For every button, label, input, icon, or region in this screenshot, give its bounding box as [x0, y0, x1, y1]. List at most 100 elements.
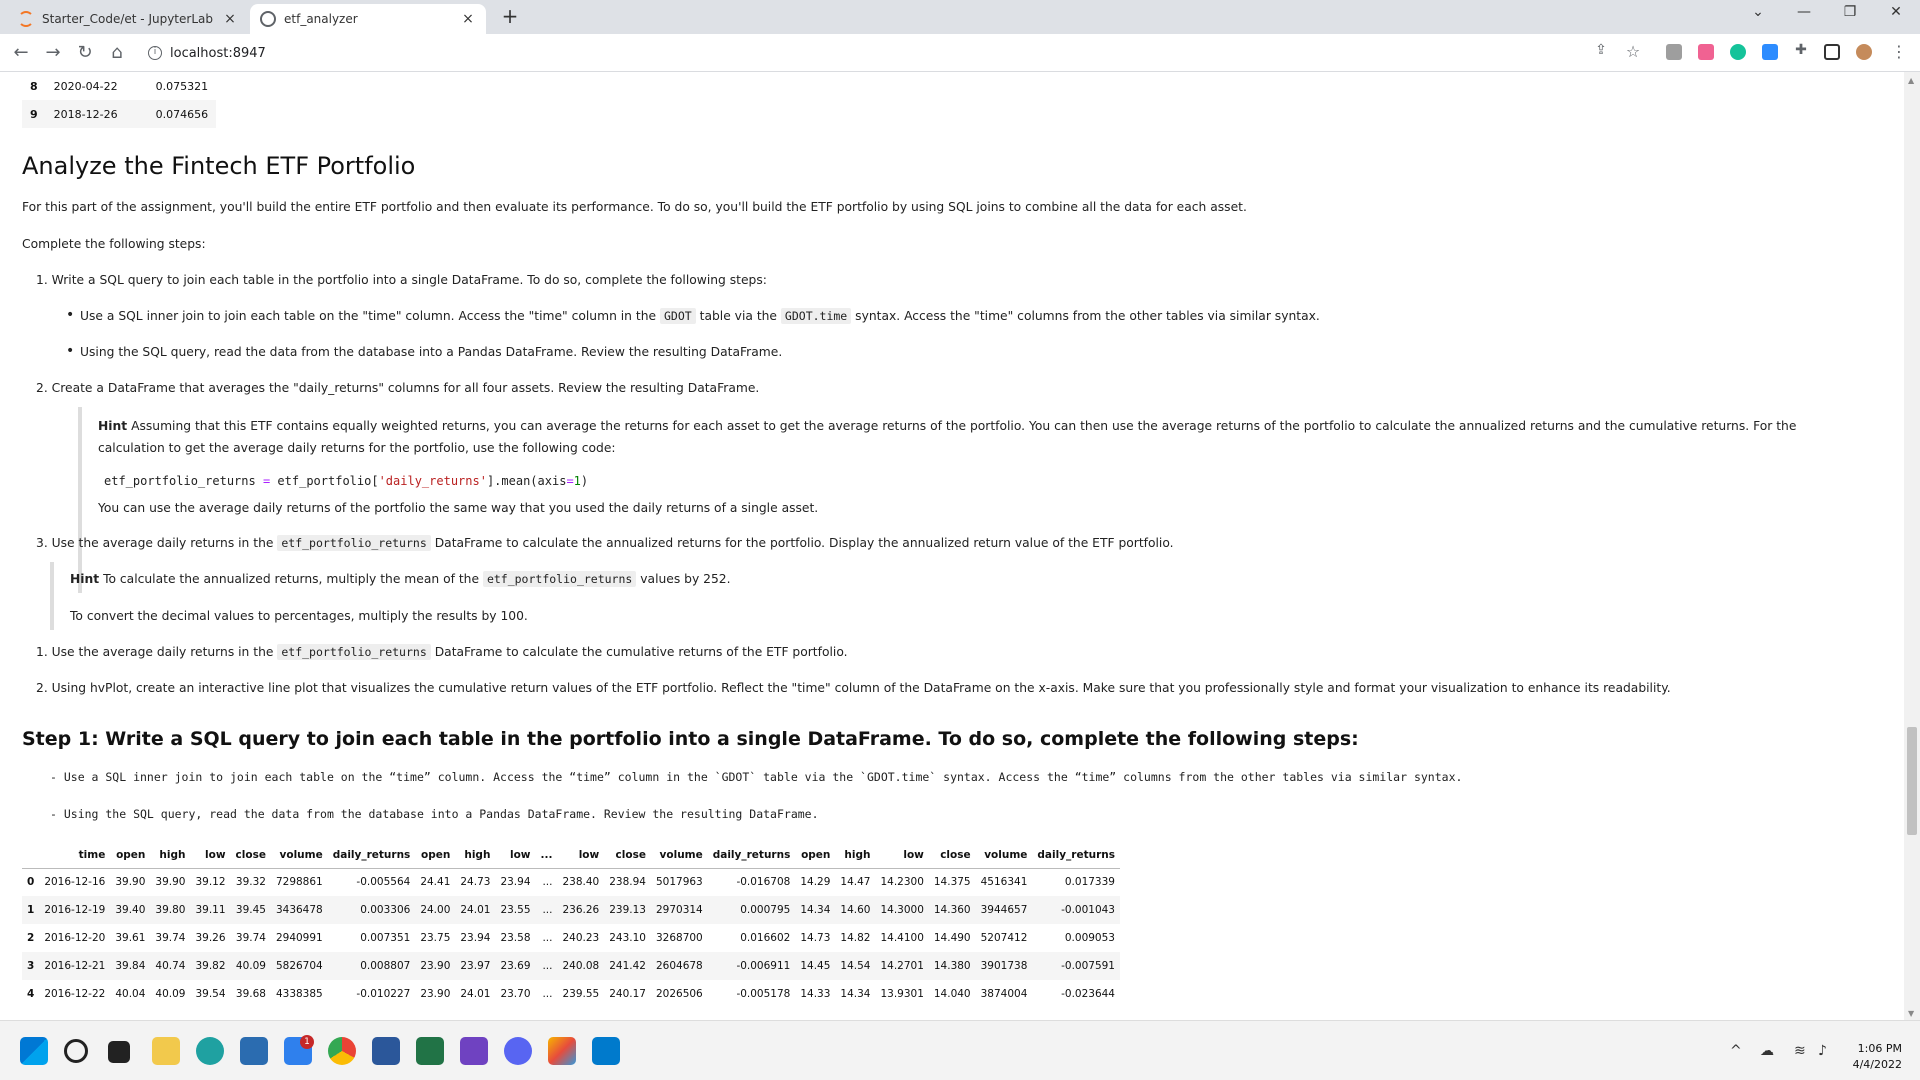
close-tab-icon[interactable]: ×	[460, 11, 476, 27]
onedrive-icon[interactable]: ☁	[1760, 1043, 1774, 1059]
inline-code: etf_portfolio_returns	[277, 644, 431, 660]
chrome-icon[interactable]	[328, 1037, 356, 1065]
side-panel-icon[interactable]	[1824, 44, 1840, 60]
extension-icon[interactable]	[1698, 44, 1714, 60]
step-1-line-1: - Use a SQL inner join to join each tabl…	[50, 770, 1463, 784]
home-icon[interactable]: ⌂	[106, 42, 128, 63]
table-row: 4 2016-12-22 40.04 40.09 39.54 39.68 4338385 -0…	[22, 980, 1120, 1008]
vscode-icon[interactable]	[592, 1037, 620, 1065]
code-token: =	[262, 474, 271, 488]
back-icon[interactable]: ←	[10, 42, 32, 63]
notification-badge: 1	[300, 1035, 314, 1049]
code-token: 'daily_returns'	[378, 474, 487, 488]
column-header: low	[875, 842, 929, 869]
cell: 0.074656	[155, 107, 209, 121]
word-icon[interactable]	[372, 1037, 400, 1065]
table-cell: 240.17	[609, 988, 646, 1000]
complete-steps-text: Complete the following steps:	[22, 237, 206, 251]
bookmark-star-icon[interactable]: ☆	[1622, 42, 1644, 61]
windows-start-icon[interactable]	[20, 1037, 48, 1065]
table-cell: 0.007351	[360, 932, 411, 944]
column-header: volume	[270, 842, 328, 869]
table-cell: 23.94	[460, 932, 491, 944]
text: Use a SQL inner join to join each table …	[80, 309, 657, 323]
share-icon[interactable]: ⇪	[1590, 42, 1612, 58]
scroll-up-icon[interactable]: ▲	[1908, 76, 1914, 85]
store-icon[interactable]	[240, 1037, 268, 1065]
table-cell: 14.34	[800, 904, 831, 916]
code-token: )	[580, 474, 589, 488]
table-cell: 14.60	[840, 904, 871, 916]
table-cell: 0.017339	[1064, 876, 1115, 889]
text: Assuming that this ETF contains equally …	[131, 419, 1797, 433]
browser-tab-strip: Starter_Code/et - JupyterLab × etf_analy…	[0, 0, 1920, 34]
search-icon[interactable]	[64, 1039, 88, 1063]
tab-search-icon[interactable]: ⌄	[1742, 4, 1774, 20]
table-cell: 0.009053	[1064, 932, 1115, 944]
top-results-table: 8 2020-04-22 0.075321 9 2018-12-26 0.074…	[22, 72, 217, 128]
excel-icon[interactable]	[416, 1037, 444, 1065]
text: values by 252.	[640, 572, 731, 586]
hint-after-code: You can use the average daily returns of…	[98, 501, 819, 515]
scrollbar-thumb[interactable]	[1907, 727, 1917, 835]
column-header: volume	[650, 842, 708, 869]
page-scrollbar[interactable]: ▲ ▼	[1904, 72, 1920, 1020]
table-cell: ...	[542, 932, 553, 944]
hint-line-2: calculation to get the average daily ret…	[98, 441, 616, 455]
app-icon[interactable]	[460, 1037, 488, 1065]
volume-icon[interactable]: ♪	[1818, 1043, 1827, 1059]
site-info-icon[interactable]: i	[148, 46, 162, 60]
text: table via the	[699, 309, 777, 323]
column-header: daily_returns	[327, 842, 416, 869]
column-header: close	[604, 842, 651, 869]
extension-icon[interactable]	[1666, 44, 1682, 60]
scroll-down-icon[interactable]: ▼	[1908, 1009, 1914, 1018]
column-header: open	[110, 842, 151, 869]
file-explorer-icon[interactable]	[152, 1037, 180, 1065]
table-cell: 39.80	[155, 904, 186, 916]
table-cell: 23.75	[420, 932, 451, 944]
extensions-puzzle-icon[interactable]: ✚	[1790, 42, 1812, 58]
table-cell: 23.69	[500, 960, 531, 972]
restore-icon[interactable]: ❐	[1834, 4, 1866, 20]
forward-icon[interactable]: →	[42, 42, 64, 63]
table-cell: -0.005178	[736, 988, 791, 1000]
profile-avatar[interactable]	[1856, 44, 1872, 60]
table-cell: 24.73	[460, 876, 491, 889]
table-row: 0 2016-12-16 39.90 39.90 39.12 39.32 7298861 -0…	[22, 868, 1120, 896]
column-header: high	[150, 842, 191, 869]
tray-chevron-icon[interactable]: ^	[1730, 1043, 1742, 1059]
table-cell: 39.90	[155, 876, 186, 889]
grammarly-icon[interactable]	[1730, 44, 1746, 60]
app-icon[interactable]	[548, 1037, 576, 1065]
table-cell: -0.006911	[736, 960, 791, 972]
column-header: open	[795, 842, 836, 869]
zoom-extension-icon[interactable]	[1762, 44, 1778, 60]
reload-icon[interactable]: ↻	[74, 42, 96, 63]
address-bar[interactable]: i localhost:8947	[140, 39, 1640, 67]
table-cell: 23.55	[500, 904, 531, 916]
new-tab-button[interactable]: +	[498, 4, 522, 28]
system-clock[interactable]: 1:06 PM 4/4/2022	[1853, 1041, 1902, 1073]
table-cell: 40.09	[155, 988, 186, 1000]
table-row: 2 2016-12-20 39.61 39.74 39.26 39.74 2940991 0.…	[22, 924, 1120, 952]
table-cell: 5826704	[275, 960, 323, 972]
table-row: 8 2020-04-22 0.075321	[22, 72, 217, 100]
menu-kebab-icon[interactable]: ⋮	[1888, 42, 1910, 61]
inline-code: etf_portfolio_returns	[277, 535, 431, 551]
table-cell: 24.01	[460, 904, 491, 916]
close-tab-icon[interactable]: ×	[222, 11, 238, 27]
tab-etf-analyzer[interactable]: etf_analyzer ×	[250, 4, 486, 34]
table-body: 0 2016-12-16 39.90 39.90 39.12 39.32 7298861 -0…	[22, 868, 1120, 1008]
table-cell: 4516341	[980, 876, 1028, 889]
wifi-icon[interactable]: ≋	[1794, 1043, 1806, 1059]
edge-icon[interactable]	[196, 1037, 224, 1065]
tab-jupyterlab[interactable]: Starter_Code/et - JupyterLab ×	[8, 4, 248, 34]
intro-text: For this part of the assignment, you'll …	[22, 200, 1247, 214]
task-view-icon[interactable]	[108, 1041, 130, 1063]
discord-icon[interactable]	[504, 1037, 532, 1065]
close-window-icon[interactable]: ✕	[1880, 4, 1912, 20]
table-cell: 40.04	[115, 988, 146, 1000]
minimize-icon[interactable]: —	[1788, 4, 1820, 20]
table-cell: 39.26	[195, 932, 226, 944]
